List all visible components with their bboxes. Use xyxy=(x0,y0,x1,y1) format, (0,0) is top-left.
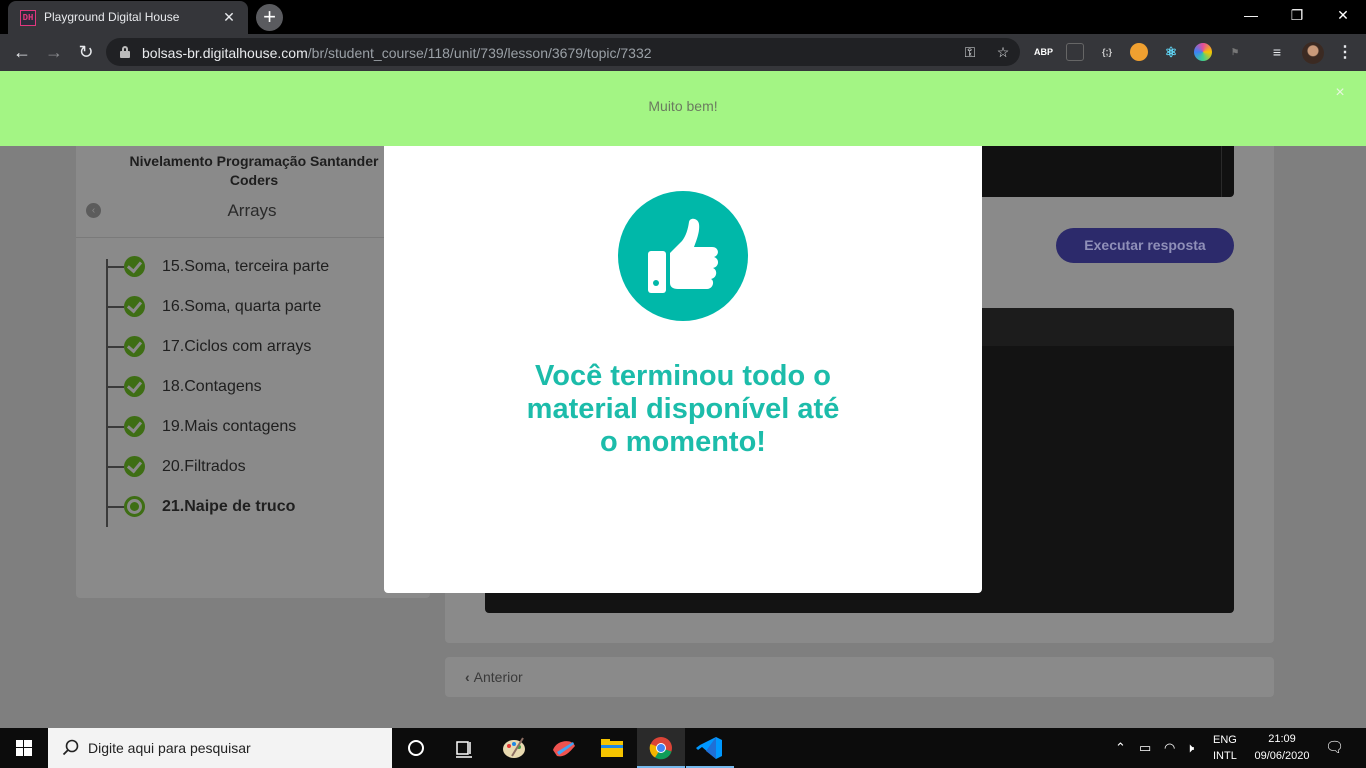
lock-icon[interactable] xyxy=(120,46,130,58)
octotree-icon[interactable] xyxy=(1130,43,1148,61)
course-sidebar: Nivelamento Programação Santander Coders… xyxy=(76,71,430,598)
check-icon xyxy=(124,416,145,437)
chevron-left-icon: ‹ xyxy=(465,669,470,685)
unit-title: Arrays xyxy=(227,201,277,220)
previous-lesson-link[interactable]: ‹ Anterior xyxy=(465,669,523,685)
paint-app-icon[interactable] xyxy=(490,728,538,768)
new-tab-button[interactable]: + xyxy=(256,4,283,31)
more-menu-icon[interactable]: ⋮ xyxy=(1336,43,1354,63)
lesson-item[interactable]: 17.Ciclos com arrays xyxy=(106,334,416,360)
reload-button[interactable]: ↻ xyxy=(74,40,98,64)
completion-message: Você terminou todo o material disponível… xyxy=(526,360,840,458)
lesson-label: 17.Ciclos com arrays xyxy=(162,338,312,355)
current-lesson-icon xyxy=(124,496,145,517)
bookmark-star-icon[interactable]: ☆ xyxy=(994,43,1012,61)
lesson-item[interactable]: 19.Mais contagens xyxy=(106,414,416,440)
tab-title: Playground Digital House xyxy=(44,10,180,24)
key-icon[interactable]: ⚿ xyxy=(961,43,979,61)
restore-button[interactable]: ❐ xyxy=(1282,4,1312,26)
vscode-app-icon[interactable] xyxy=(686,728,734,768)
wifi-icon[interactable]: ◠ xyxy=(1164,740,1175,756)
lesson-label: 20.Filtrados xyxy=(162,458,246,475)
lesson-item[interactable]: 15.Soma, terceira parte xyxy=(106,254,416,280)
previous-lesson-label: Anterior xyxy=(473,669,523,685)
cortana-icon[interactable] xyxy=(392,728,440,768)
browser-toolbar: ← → ↻ bolsas-br.digitalhouse.com/br/stud… xyxy=(0,34,1366,71)
profile-avatar[interactable] xyxy=(1302,42,1324,64)
volume-icon[interactable]: 🕨 xyxy=(1186,740,1194,756)
lesson-label: 18.Contagens xyxy=(162,378,262,395)
tab-favicon-icon: DH xyxy=(20,10,36,26)
flag-icon[interactable]: ⚑ xyxy=(1226,43,1244,61)
language-indicator-top[interactable]: ENG xyxy=(1213,734,1237,746)
browser-tab-bar: DH Playground Digital House ✕ + — ❐ ✕ xyxy=(0,0,1366,34)
previous-unit-icon[interactable]: ‹ xyxy=(86,203,101,218)
check-icon xyxy=(124,256,145,277)
color-picker-icon[interactable] xyxy=(1194,43,1212,61)
completion-modal: Você terminou todo o material disponível… xyxy=(384,146,982,593)
sidebar-divider xyxy=(76,237,430,238)
show-hidden-icons-icon[interactable]: ⌃ xyxy=(1115,740,1126,756)
url-path: /br/student_course/118/unit/739/lesson/3… xyxy=(307,45,652,61)
lesson-item[interactable]: 16.Soma, quarta parte xyxy=(106,294,416,320)
success-toast: Muito bem! × xyxy=(0,71,1366,146)
check-icon xyxy=(124,456,145,477)
url-text[interactable]: bolsas-br.digitalhouse.com/br/student_co… xyxy=(142,45,652,61)
lesson-navigation: ‹ Anterior xyxy=(445,657,1274,697)
lesson-item[interactable]: 18.Contagens xyxy=(106,374,416,400)
dark-reader-icon[interactable] xyxy=(1066,43,1084,61)
back-button[interactable]: ← xyxy=(10,40,34,64)
close-window-button[interactable]: ✕ xyxy=(1328,4,1358,26)
file-explorer-icon[interactable] xyxy=(588,728,636,768)
search-icon xyxy=(62,739,79,756)
check-icon xyxy=(124,376,145,397)
paint-3d-icon[interactable] xyxy=(540,728,588,768)
lesson-item[interactable]: 20.Filtrados xyxy=(106,454,416,480)
lesson-label: 15.Soma, terceira parte xyxy=(162,258,330,275)
lesson-label: 19.Mais contagens xyxy=(162,418,297,435)
lesson-label: 16.Soma, quarta parte xyxy=(162,298,322,315)
notifications-icon[interactable]: 🗨 xyxy=(1325,740,1344,756)
clock-date[interactable]: 09/06/2020 xyxy=(1246,750,1318,762)
check-icon xyxy=(124,336,145,357)
task-view-icon[interactable] xyxy=(440,728,488,768)
lesson-label: 21.Naipe de truco xyxy=(162,498,296,515)
lesson-item-current[interactable]: 21.Naipe de truco xyxy=(106,494,416,520)
run-answer-button[interactable]: Executar resposta xyxy=(1056,228,1234,263)
check-icon xyxy=(124,296,145,317)
toast-message: Muito bem! xyxy=(648,98,718,114)
minimize-button[interactable]: — xyxy=(1236,4,1266,26)
chrome-app-icon[interactable] xyxy=(637,728,685,768)
forward-button[interactable]: → xyxy=(42,40,66,64)
media-control-icon[interactable]: ≡ xyxy=(1268,43,1286,61)
json-viewer-icon[interactable]: {;} xyxy=(1098,43,1116,61)
clock-time[interactable]: 21:09 xyxy=(1262,733,1302,745)
taskbar-search-input[interactable]: Digite aqui para pesquisar xyxy=(48,728,392,768)
adblock-icon[interactable]: ABP xyxy=(1034,43,1053,61)
toast-close-icon[interactable]: × xyxy=(1332,85,1348,101)
language-indicator-bottom[interactable]: INTL xyxy=(1213,750,1237,762)
browser-tab[interactable]: DH Playground Digital House ✕ xyxy=(8,1,248,34)
battery-icon[interactable]: ▭ xyxy=(1139,740,1151,756)
windows-start-icon[interactable] xyxy=(0,728,48,768)
react-devtools-icon[interactable]: ⚛ xyxy=(1162,43,1180,61)
thumbs-up-icon xyxy=(618,191,748,321)
tab-close-icon[interactable]: ✕ xyxy=(220,8,238,26)
search-placeholder: Digite aqui para pesquisar xyxy=(88,740,251,756)
course-title: Nivelamento Programação Santander Coders xyxy=(129,153,379,188)
url-host: bolsas-br.digitalhouse.com xyxy=(142,45,308,61)
address-bar[interactable]: bolsas-br.digitalhouse.com/br/student_co… xyxy=(106,38,1020,66)
windows-taskbar: Digite aqui para pesquisar ⌃ ▭ ◠ 🕨 ENG I… xyxy=(0,728,1366,768)
